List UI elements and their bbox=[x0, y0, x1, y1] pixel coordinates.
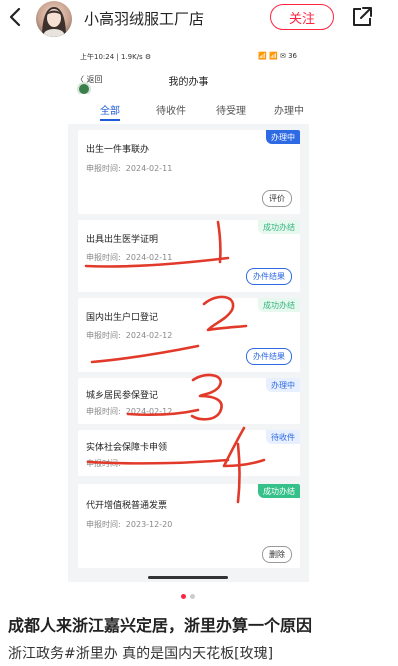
status-badge: 待收件 bbox=[266, 430, 300, 444]
carousel-dot-active[interactable] bbox=[181, 594, 186, 599]
status-badge: 成功办结 bbox=[258, 484, 300, 498]
item-name: 出生一件事联办 bbox=[86, 145, 150, 155]
app-tabs: 全部 待收件 待受理 办理中 bbox=[68, 94, 309, 124]
top-bar: 小高羽绒服工厂店 关注 bbox=[0, 0, 398, 37]
list-item[interactable]: 出生一件事联办 申报时间: 2024-02-11 办理中 评价 bbox=[78, 130, 300, 214]
item-name: 出具出生医学证明 bbox=[86, 235, 159, 245]
item-name: 城乡居民参保登记 bbox=[86, 391, 159, 401]
shop-name[interactable]: 小高羽绒服工厂店 bbox=[84, 8, 204, 29]
status-badge: 成功办结 bbox=[258, 298, 300, 312]
list-item[interactable]: 出具出生医学证明 申报时间: 2024-02-11 成功办结 办件结果 bbox=[78, 220, 300, 292]
post-title: 成都人来浙江嘉兴定居，浙里办算一个原因 bbox=[8, 616, 313, 635]
app-nav-bar: 〈 返回 我的办事 bbox=[68, 66, 309, 94]
rate-button[interactable]: 评价 bbox=[262, 190, 292, 207]
carousel-dot[interactable] bbox=[190, 594, 195, 599]
item-date: 申报时间: 2023-12-20 bbox=[86, 520, 173, 529]
item-date: 申报时间: 2024-02-11 bbox=[86, 253, 173, 262]
app-page-title: 我的办事 bbox=[168, 77, 209, 88]
delete-button[interactable]: 删除 bbox=[262, 546, 292, 563]
status-time: 上午10:24 | 1.9K/s ⚙ bbox=[80, 53, 152, 61]
list-item[interactable]: 实体社会保障卡申领 申报时间: - 待收件 bbox=[78, 430, 300, 476]
back-arrow-icon[interactable] bbox=[6, 5, 26, 29]
item-date: 申报时间: - bbox=[86, 459, 129, 468]
status-bar: 上午10:24 | 1.9K/s ⚙ 📶 📶 ✉ 36 bbox=[68, 44, 309, 66]
result-button[interactable]: 办件结果 bbox=[246, 268, 292, 285]
status-badge: 成功办结 bbox=[258, 220, 300, 234]
tab-pending-accept[interactable]: 待受理 bbox=[216, 102, 246, 117]
item-date: 申报时间: 2024-02-12 bbox=[86, 331, 173, 340]
list-item[interactable]: 代开增值税普通发票 申报时间: 2023-12-20 成功办结 删除 bbox=[78, 484, 300, 568]
tab-indicator bbox=[100, 119, 120, 121]
status-icons: 📶 📶 ✉ 36 bbox=[258, 52, 297, 60]
status-badge: 办理中 bbox=[266, 378, 300, 392]
carousel-indicator[interactable] bbox=[181, 594, 221, 600]
share-icon[interactable] bbox=[350, 5, 374, 29]
avatar[interactable] bbox=[36, 1, 72, 37]
item-name: 国内出生户口登记 bbox=[86, 313, 159, 323]
home-indicator bbox=[148, 576, 228, 579]
item-date: 申报时间: 2024-02-11 bbox=[86, 164, 173, 173]
item-name: 代开增值税普通发票 bbox=[86, 501, 168, 511]
item-name: 实体社会保障卡申领 bbox=[86, 443, 168, 453]
tab-pending-receive[interactable]: 待收件 bbox=[156, 102, 186, 117]
list-item[interactable]: 国内出生户口登记 申报时间: 2024-02-12 成功办结 办件结果 bbox=[78, 298, 300, 372]
item-date: 申报时间: 2024-02-12 bbox=[86, 407, 173, 416]
follow-button[interactable]: 关注 bbox=[270, 4, 334, 30]
tab-all[interactable]: 全部 bbox=[100, 102, 120, 117]
post-description: 浙江政务#浙里办 真的是国内天花板[玫瑰] bbox=[8, 646, 274, 662]
list-item[interactable]: 城乡居民参保登记 申报时间: 2024-02-12 办理中 bbox=[78, 378, 300, 424]
result-button[interactable]: 办件结果 bbox=[246, 348, 292, 365]
embedded-screenshot[interactable]: 上午10:24 | 1.9K/s ⚙ 📶 📶 ✉ 36 〈 返回 我的办事 全部… bbox=[68, 44, 309, 582]
tab-in-progress[interactable]: 办理中 bbox=[274, 102, 304, 117]
status-badge: 办理中 bbox=[266, 130, 300, 144]
